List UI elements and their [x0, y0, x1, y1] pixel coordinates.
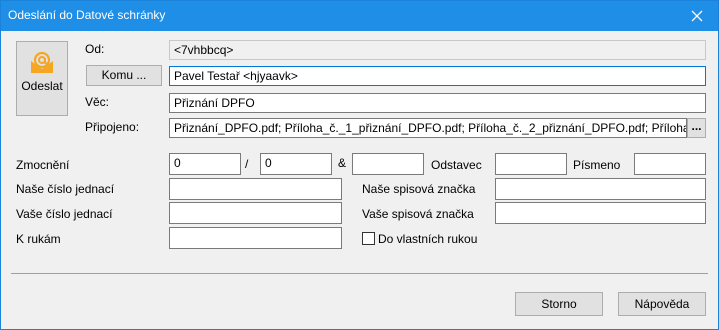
personal-delivery-checkbox[interactable]	[362, 232, 375, 245]
close-button[interactable]	[678, 1, 718, 31]
to-button[interactable]: Komu ...	[86, 65, 162, 86]
attention-input[interactable]	[169, 227, 342, 249]
from-label: Od:	[85, 42, 105, 56]
our-file-label: Naše spisová značka	[362, 182, 476, 196]
send-button[interactable]: Odeslat	[16, 41, 68, 116]
subject-field[interactable]: Přiznání DPFO	[169, 93, 706, 113]
attached-field[interactable]: Přiznání_DPFO.pdf; Příloha_č._1_přiznání…	[169, 118, 687, 138]
authorization-extra-input[interactable]	[352, 153, 424, 175]
your-ref-label: Vaše číslo jednací	[16, 207, 113, 221]
paragraph-input[interactable]	[495, 153, 567, 175]
our-ref-label: Naše číslo jednací	[16, 182, 115, 196]
letter-input[interactable]	[634, 153, 706, 175]
window-title: Odeslání do Datové schránky	[8, 8, 166, 22]
send-button-label: Odeslat	[21, 79, 63, 93]
title-bar: Odeslání do Datové schránky	[1, 1, 718, 31]
paragraph-label: Odstavec	[431, 158, 482, 172]
authorization-year-input[interactable]: 0	[260, 153, 332, 175]
subject-label: Věc:	[85, 95, 110, 109]
at-sign-envelope-icon	[31, 51, 53, 73]
cancel-button[interactable]: Storno	[515, 292, 603, 316]
attached-label: Připojeno:	[85, 120, 140, 134]
personal-delivery-label: Do vlastních rukou	[378, 232, 478, 246]
authorization-slash: /	[245, 157, 249, 171]
to-field[interactable]: Pavel Testař <hjyaavk>	[169, 66, 706, 86]
from-field: <7vhbbcq>	[169, 40, 706, 60]
help-button[interactable]: Nápověda	[618, 292, 706, 316]
your-ref-input[interactable]	[169, 202, 342, 224]
close-icon	[691, 10, 703, 22]
attention-label: K rukám	[16, 232, 61, 246]
dialog-window: Odeslání do Datové schránky Odeslat Od: …	[0, 0, 719, 330]
our-ref-input[interactable]	[169, 178, 342, 200]
ampersand-label: &	[338, 156, 347, 170]
footer-separator	[11, 273, 708, 274]
your-file-label: Vaše spisová značka	[362, 207, 474, 221]
your-file-input[interactable]	[495, 202, 706, 224]
authorization-number-input[interactable]: 0	[169, 153, 241, 175]
attach-browse-button[interactable]: ...	[687, 118, 706, 138]
authorization-label: Zmocnění	[16, 158, 70, 172]
our-file-input[interactable]	[495, 178, 706, 200]
letter-label: Písmeno	[573, 158, 621, 172]
